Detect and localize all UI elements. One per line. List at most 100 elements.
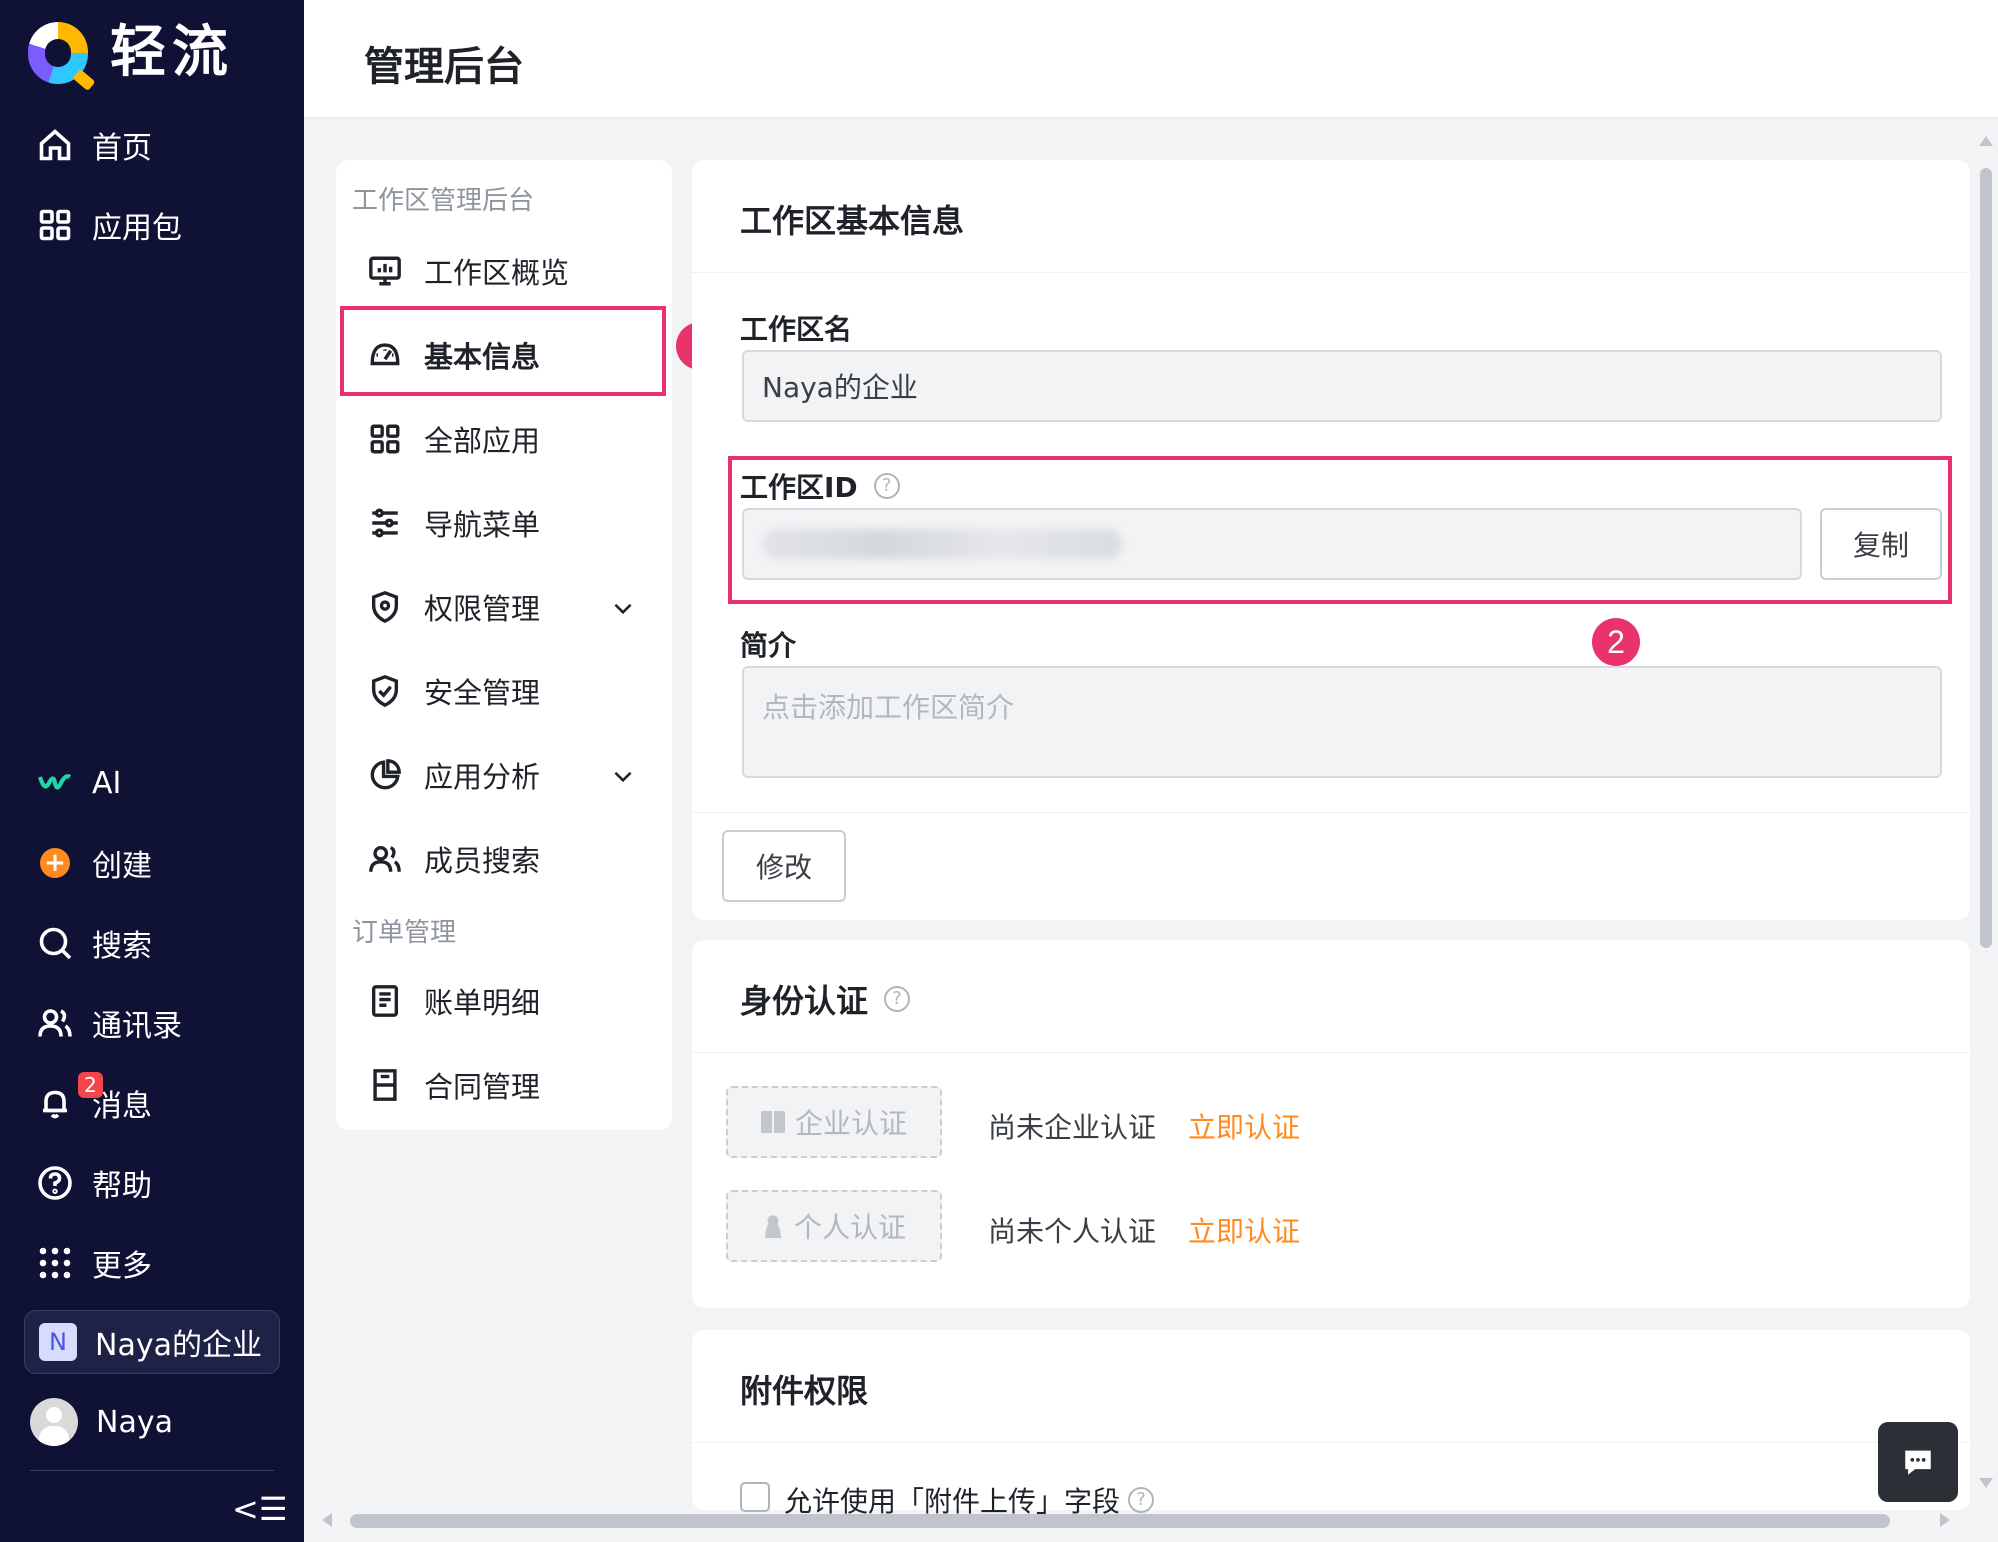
personal-verify-link[interactable]: 立即认证 (1188, 1210, 1300, 1250)
attachments-title: 附件权限 (740, 1372, 869, 1410)
sliders-icon (366, 504, 404, 542)
unread-count-badge: 2 (78, 1072, 103, 1098)
sidebar-item-label: 首页 (92, 131, 152, 166)
vertical-scroll-thumb[interactable] (1980, 168, 1992, 948)
submenu-item-label: 合同管理 (424, 1070, 541, 1104)
top-header: 管理后台 (304, 0, 1998, 118)
users-icon (366, 840, 404, 878)
horizontal-scrollbar[interactable] (318, 1510, 1954, 1530)
chevron-down-icon[interactable] (610, 762, 636, 788)
attachment-permission-card: 附件权限 允许使用「附件上传」字段 ? (692, 1330, 1970, 1518)
scroll-right-arrow[interactable] (1940, 1513, 1950, 1527)
main-sidebar: 轻流 首页 应用包 AI + 创建 搜索 通讯录 2 消息 帮助 更多 N Na… (0, 0, 304, 1542)
brand-logo[interactable]: 轻流 (28, 22, 234, 84)
bell-icon (36, 1084, 74, 1122)
submenu-item-all-apps[interactable]: 全部应用 (366, 408, 656, 470)
ai-logo-icon (36, 764, 74, 802)
intro-textarea[interactable]: 点击添加工作区简介 (742, 666, 1942, 778)
intro-label: 简介 (740, 629, 797, 662)
personal-auth-button[interactable]: 个人认证 (726, 1190, 942, 1262)
identity-title: 身份认证 (740, 982, 869, 1020)
sidebar-item-label: 更多 (92, 1249, 152, 1284)
shield-lock-icon (366, 588, 404, 626)
submenu-item-label: 工作区概览 (424, 256, 570, 290)
submenu-item-label: 成员搜索 (424, 844, 541, 878)
personal-auth-status: 尚未个人认证 (988, 1215, 1157, 1248)
enterprise-auth-status: 尚未企业认证 (988, 1111, 1157, 1144)
building-icon (760, 1111, 785, 1133)
page-title: 管理后台 (364, 44, 524, 90)
workspace-name-label: 工作区名 (740, 313, 853, 346)
sidebar-item-label: AI (92, 765, 122, 801)
pie-chart-icon (366, 756, 404, 794)
card-divider (692, 812, 1970, 813)
sidebar-item-create[interactable]: + 创建 (36, 838, 152, 888)
collapse-sidebar-icon[interactable]: <☰ (232, 1490, 288, 1528)
sidebar-item-messages[interactable]: 2 消息 (36, 1072, 152, 1128)
plus-circle-icon: + (36, 844, 74, 882)
sidebar-divider (30, 1470, 274, 1471)
monitor-icon (366, 252, 404, 290)
user-profile[interactable]: Naya (30, 1398, 173, 1446)
contacts-icon (36, 1004, 74, 1042)
submenu-group-orders: 订单管理 (352, 918, 457, 948)
scroll-down-arrow[interactable] (1979, 1478, 1993, 1488)
sidebar-item-search[interactable]: 搜索 (36, 918, 152, 968)
chat-bubble-icon (1905, 1450, 1931, 1475)
submenu-item-app-analytics[interactable]: 应用分析 (366, 744, 656, 806)
submenu-item-member-search[interactable]: 成员搜索 (366, 828, 656, 890)
submenu-item-overview[interactable]: 工作区概览 (366, 240, 656, 302)
shield-check-icon (366, 672, 404, 710)
grid-icon (36, 206, 74, 244)
submenu-item-security[interactable]: 安全管理 (366, 660, 656, 722)
scroll-up-arrow[interactable] (1979, 136, 1993, 146)
sidebar-item-home[interactable]: 首页 (36, 120, 152, 170)
submenu-item-label: 全部应用 (424, 424, 541, 458)
sidebar-item-app-packages[interactable]: 应用包 (36, 200, 182, 250)
sidebar-item-more[interactable]: 更多 (36, 1238, 152, 1288)
card-divider (692, 1442, 1970, 1443)
help-icon (36, 1164, 74, 1202)
annotation-highlight-basic-info (340, 306, 666, 396)
chat-support-button[interactable] (1878, 1422, 1958, 1502)
submenu-item-nav-menu[interactable]: 导航菜单 (366, 492, 656, 554)
organization-switcher[interactable]: N Naya的企业 (24, 1310, 280, 1374)
enterprise-auth-button[interactable]: 企业认证 (726, 1086, 942, 1158)
submenu-item-contracts[interactable]: 合同管理 (366, 1054, 656, 1116)
sidebar-item-contacts[interactable]: 通讯录 (36, 998, 182, 1048)
org-name: Naya的企业 (95, 1328, 262, 1363)
identity-title-row: 身份认证 ? (740, 976, 911, 1022)
annotation-highlight-workspace-id (728, 456, 1952, 604)
submenu-item-permissions[interactable]: 权限管理 (366, 576, 656, 638)
chevron-down-icon[interactable] (610, 594, 636, 620)
user-name: Naya (96, 1404, 173, 1440)
dots-grid-icon (36, 1244, 74, 1282)
sidebar-item-ai[interactable]: AI (36, 758, 121, 808)
sidebar-item-label: 搜索 (92, 929, 152, 964)
person-icon (761, 1214, 784, 1238)
identity-card: 身份认证 ? 企业认证 尚未企业认证 立即认证 个人认证 尚未个人认证 立即认证 (692, 940, 1970, 1308)
contract-icon (366, 1066, 404, 1104)
horizontal-scroll-thumb[interactable] (350, 1514, 1890, 1528)
sidebar-item-help[interactable]: 帮助 (36, 1158, 152, 1208)
enterprise-verify-link[interactable]: 立即认证 (1188, 1106, 1300, 1146)
submenu-item-label: 账单明细 (424, 986, 541, 1020)
annotation-marker-2: 2 (1592, 618, 1640, 666)
brand-name: 轻流 (110, 20, 234, 85)
submenu-item-label: 安全管理 (424, 676, 541, 710)
sidebar-item-label: 创建 (92, 849, 152, 884)
receipt-icon (366, 982, 404, 1020)
scroll-left-arrow[interactable] (322, 1513, 332, 1527)
enterprise-auth-label: 企业认证 (794, 1107, 907, 1140)
avatar (30, 1398, 78, 1446)
sidebar-item-label: 帮助 (92, 1169, 152, 1204)
submenu-item-billing[interactable]: 账单明细 (366, 970, 656, 1032)
submenu-group-workspace: 工作区管理后台 (352, 186, 535, 216)
search-icon (36, 924, 74, 962)
allow-attachment-checkbox[interactable] (740, 1482, 770, 1512)
vertical-scrollbar[interactable] (1976, 128, 1996, 1490)
help-circle-icon[interactable]: ? (884, 986, 911, 1012)
card-divider (692, 1052, 1970, 1053)
edit-button[interactable]: 修改 (722, 830, 846, 902)
workspace-name-input[interactable]: Naya的企业 (742, 350, 1942, 422)
